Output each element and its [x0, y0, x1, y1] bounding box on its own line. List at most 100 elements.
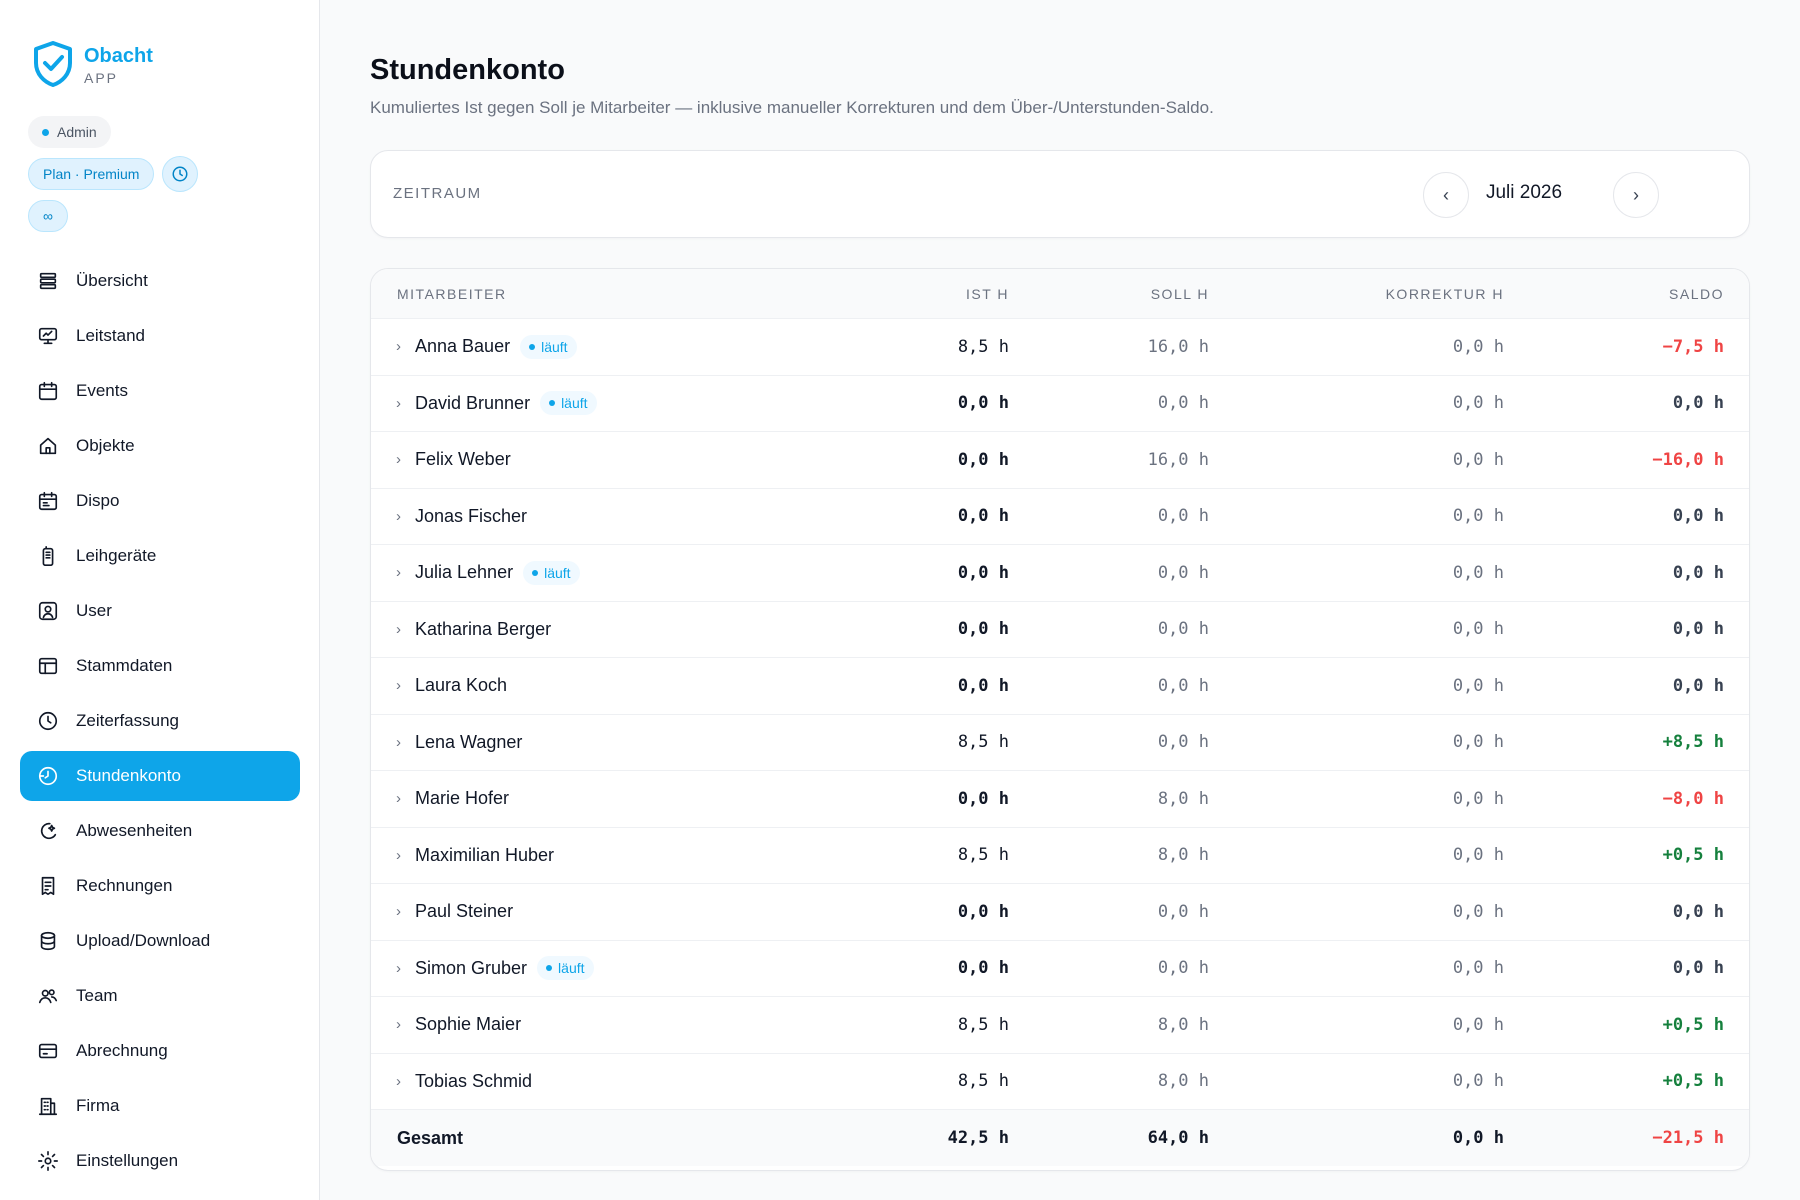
employee-name-text: Simon Gruber	[415, 957, 528, 978]
cell-soll: 0,0 h	[1157, 562, 1209, 583]
table-row[interactable]: › Maximilian Huber 8,5 h 8,0 h 0,0 h +0,5 h	[371, 828, 1749, 884]
chevron-left-icon: ‹	[1443, 184, 1449, 205]
chevron-right-icon[interactable]: ›	[396, 960, 401, 977]
employee-name-text: Katharina Berger	[415, 618, 552, 639]
chevron-right-icon[interactable]: ›	[396, 903, 401, 920]
running-dot	[549, 400, 556, 407]
chevron-right-icon[interactable]: ›	[396, 847, 401, 864]
cell-soll: 0,0 h	[1157, 675, 1209, 696]
header-ist[interactable]: IST H	[966, 286, 1009, 302]
employee-name-text: Paul Steiner	[415, 901, 514, 922]
table-row[interactable]: › Simon Gruber läuft 0,0 h 0,0 h 0,0 h 0,0 h	[371, 941, 1749, 997]
employee-name: Julia Lehner läuft	[415, 560, 580, 585]
cell-ist: 0,0 h	[957, 675, 1009, 696]
running-dot	[529, 343, 536, 350]
next-month-button[interactable]: ›	[1613, 172, 1659, 218]
stack-icon	[36, 269, 60, 293]
sidebar-item-events[interactable]: Events	[20, 366, 300, 416]
sidebar-item-upload-download[interactable]: Upload/Download	[20, 916, 300, 966]
chevron-right-icon[interactable]: ›	[396, 734, 401, 751]
running-dot	[532, 569, 539, 576]
sidebar-item-team[interactable]: Team	[20, 971, 300, 1021]
sidebar-item-firma[interactable]: Firma	[20, 1081, 300, 1131]
sidebar-item-rechnungen[interactable]: Rechnungen	[20, 861, 300, 911]
header-employee[interactable]: MITARBEITER	[397, 286, 507, 302]
cell-korrektur: 0,0 h	[1452, 619, 1504, 640]
hours-table: MITARBEITER IST H SOLL H KORREKTUR H SAL…	[370, 268, 1750, 1171]
plan-history-button[interactable]	[162, 156, 199, 192]
chevron-right-icon[interactable]: ›	[396, 564, 401, 581]
page-title: Stundenkonto	[370, 54, 565, 86]
chevron-right-icon[interactable]: ›	[396, 790, 401, 807]
running-badge: läuft	[537, 956, 594, 981]
cell-ist: 0,0 h	[957, 562, 1009, 583]
table-row[interactable]: › Paul Steiner 0,0 h 0,0 h 0,0 h 0,0 h	[371, 884, 1749, 941]
brand[interactable]: Obacht APP	[32, 40, 153, 88]
chevron-right-icon[interactable]: ›	[396, 395, 401, 412]
chevron-right-icon[interactable]: ›	[396, 338, 401, 355]
sidebar-item-einstellungen[interactable]: Einstellungen	[20, 1136, 300, 1186]
sidebar-item-übersicht[interactable]: Übersicht	[20, 256, 300, 306]
cell-soll: 16,0 h	[1147, 336, 1209, 357]
employee-name: Laura Koch	[415, 675, 507, 696]
sidebar-item-zeiterfassung[interactable]: Zeiterfassung	[20, 696, 300, 746]
table-row[interactable]: › Lena Wagner 8,5 h 0,0 h 0,0 h +8,5 h	[371, 715, 1749, 771]
cell-soll: 0,0 h	[1157, 506, 1209, 527]
cell-korrektur: 0,0 h	[1452, 506, 1504, 527]
chevron-right-icon[interactable]: ›	[396, 621, 401, 638]
cell-saldo: −8,0 h	[1662, 788, 1724, 809]
layout-icon	[36, 654, 60, 678]
table-row[interactable]: › Marie Hofer 0,0 h 8,0 h 0,0 h −8,0 h	[371, 771, 1749, 828]
clock-icon	[172, 166, 188, 182]
chevron-right-icon[interactable]: ›	[396, 1073, 401, 1090]
sidebar-item-stundenkonto[interactable]: Stundenkonto	[20, 751, 300, 801]
sidebar-item-leihgeräte[interactable]: Leihgeräte	[20, 531, 300, 581]
cell-saldo: −7,5 h	[1662, 336, 1724, 357]
header-saldo[interactable]: SALDO	[1669, 286, 1724, 302]
plan-badge[interactable]: Plan · Premium	[28, 158, 155, 190]
cell-saldo: +0,5 h	[1662, 845, 1724, 866]
table-row[interactable]: › Tobias Schmid 8,5 h 8,0 h 0,0 h +0,5 h	[371, 1054, 1749, 1110]
table-header: MITARBEITER IST H SOLL H KORREKTUR H SAL…	[371, 269, 1749, 319]
brand-subtitle: APP	[84, 70, 119, 86]
sidebar-item-user[interactable]: User	[20, 586, 300, 636]
sidebar-item-leitstand[interactable]: Leitstand	[20, 311, 300, 361]
chevron-right-icon: ›	[1633, 184, 1639, 205]
table-row[interactable]: › Felix Weber 0,0 h 16,0 h 0,0 h −16,0 h	[371, 432, 1749, 489]
chevron-right-icon[interactable]: ›	[396, 677, 401, 694]
cell-korrektur: 0,0 h	[1452, 449, 1504, 470]
table-row[interactable]: › Laura Koch 0,0 h 0,0 h 0,0 h 0,0 h	[371, 658, 1749, 715]
clock-history-icon	[36, 764, 60, 788]
cell-korrektur: 0,0 h	[1452, 958, 1504, 979]
header-korrektur[interactable]: KORREKTUR H	[1386, 286, 1504, 302]
chevron-right-icon[interactable]: ›	[396, 451, 401, 468]
table-row[interactable]: › Katharina Berger 0,0 h 0,0 h 0,0 h 0,0 h	[371, 602, 1749, 658]
chevron-right-icon[interactable]: ›	[396, 508, 401, 525]
cell-soll: 16,0 h	[1147, 449, 1209, 470]
header-soll[interactable]: SOLL H	[1151, 286, 1209, 302]
period-value: Juli 2026	[1485, 182, 1563, 203]
sidebar-item-stammdaten[interactable]: Stammdaten	[20, 641, 300, 691]
employee-name: David Brunner läuft	[415, 391, 597, 416]
chevron-right-icon[interactable]: ›	[396, 1016, 401, 1033]
table-row[interactable]: › Anna Bauer läuft 8,5 h 16,0 h 0,0 h −7,5 h	[371, 319, 1749, 376]
period-label: ZEITRAUM	[393, 185, 482, 202]
sidebar-item-label: Zeiterfassung	[76, 711, 179, 730]
account-badges: Admin Plan · Premium ∞	[28, 116, 288, 232]
moon-sun-icon	[36, 819, 60, 843]
sidebar-item-abwesenheiten[interactable]: Abwesenheiten	[20, 806, 300, 856]
sidebar-item-abrechnung[interactable]: Abrechnung	[20, 1026, 300, 1076]
employee-name-text: Marie Hofer	[415, 788, 510, 809]
sidebar-item-dispo[interactable]: Dispo	[20, 476, 300, 526]
employee-name: Simon Gruber läuft	[415, 956, 594, 981]
table-row[interactable]: › David Brunner läuft 0,0 h 0,0 h 0,0 h 0,0 h	[371, 376, 1749, 432]
table-row[interactable]: › Jonas Fischer 0,0 h 0,0 h 0,0 h 0,0 h	[371, 489, 1749, 545]
cell-korrektur: 0,0 h	[1452, 732, 1504, 753]
table-row[interactable]: › Julia Lehner läuft 0,0 h 0,0 h 0,0 h 0,0 h	[371, 545, 1749, 602]
table-row[interactable]: › Sophie Maier 8,5 h 8,0 h 0,0 h +0,5 h	[371, 997, 1749, 1054]
database-icon	[36, 929, 60, 953]
credit-card-icon	[36, 1039, 60, 1063]
unlimited-badge[interactable]: ∞	[28, 200, 68, 232]
sidebar-item-objekte[interactable]: Objekte	[20, 421, 300, 471]
role-label: Admin	[57, 124, 97, 140]
